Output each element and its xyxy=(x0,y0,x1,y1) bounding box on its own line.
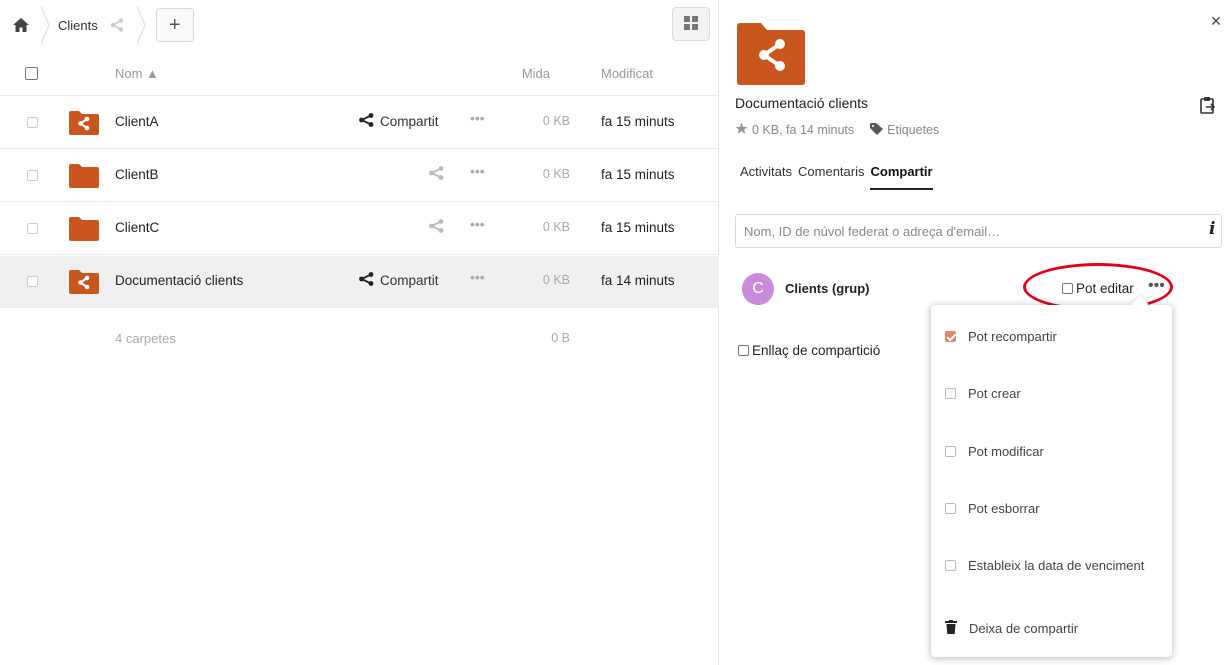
breadcrumb-separator-icon xyxy=(128,6,154,44)
info-icon[interactable]: i xyxy=(1209,219,1215,239)
row-checkbox[interactable] xyxy=(27,117,38,128)
menu-item-label: Estableix la data de venciment xyxy=(968,558,1145,573)
sharee-more-icon[interactable]: ••• xyxy=(1148,277,1165,295)
table-row[interactable]: ClientA Compartit ••• 0 KB fa 15 minuts xyxy=(0,97,719,149)
checkbox-box[interactable] xyxy=(738,345,749,356)
star-icon[interactable] xyxy=(735,122,748,138)
folder-icon xyxy=(69,164,99,188)
menu-item-label: Pot recompartir xyxy=(968,329,1057,344)
avatar: C xyxy=(742,273,774,305)
table-header: Nom ▲ Mida Modificat xyxy=(0,50,719,96)
table-row[interactable]: ClientC ••• 0 KB fa 15 minuts xyxy=(0,203,719,255)
checkbox-unchecked[interactable] xyxy=(945,388,956,399)
shared-folder-icon xyxy=(69,270,99,294)
file-name[interactable]: Documentació clients xyxy=(115,273,243,288)
sidebar-title: Documentació clients xyxy=(735,95,869,111)
menu-item-label: Pot crear xyxy=(968,386,1021,401)
can-edit-label: Pot editar xyxy=(1076,281,1134,296)
summary-count: 4 carpetes xyxy=(115,331,176,346)
close-icon[interactable]: × xyxy=(1206,11,1226,31)
table-summary: 4 carpetes 0 B xyxy=(0,308,719,368)
more-actions-icon[interactable]: ••• xyxy=(470,110,485,126)
menu-item-label: Pot modificar xyxy=(968,444,1044,459)
sidebar-tabs: Activitats Comentaris Compartir xyxy=(740,164,933,190)
grid-icon xyxy=(684,15,698,33)
share-permissions-menu: Pot recompartir Pot crear Pot modificar … xyxy=(931,305,1172,657)
home-icon[interactable] xyxy=(10,14,32,36)
menu-item-can-delete[interactable]: Pot esborrar xyxy=(945,501,1040,516)
menu-item-label: Deixa de compartir xyxy=(969,621,1079,636)
file-name[interactable]: ClientC xyxy=(115,220,159,235)
file-modified: fa 15 minuts xyxy=(601,220,675,235)
sidebar-meta: 0 KB, fa 14 minuts Etiquetes xyxy=(735,122,939,138)
checkbox-box[interactable] xyxy=(1062,283,1073,294)
shared-folder-icon xyxy=(69,111,99,135)
link-share-checkbox[interactable]: Enllaç de compartició xyxy=(738,343,880,358)
column-modified[interactable]: Modificat xyxy=(601,66,653,81)
file-name[interactable]: ClientB xyxy=(115,167,159,182)
menu-item-expiration-date[interactable]: Estableix la data de venciment xyxy=(945,558,1144,573)
sharee-name: Clients (grup) xyxy=(785,281,870,296)
column-name[interactable]: Nom ▲ xyxy=(115,66,159,81)
share-search-input[interactable] xyxy=(735,214,1222,248)
grid-view-toggle[interactable] xyxy=(672,7,710,41)
menu-item-can-modify[interactable]: Pot modificar xyxy=(945,444,1044,459)
share-status[interactable]: Compartit xyxy=(358,272,439,289)
share-icon xyxy=(358,113,374,130)
file-modified: fa 14 minuts xyxy=(601,273,675,288)
tags-label: Etiquetes xyxy=(887,123,940,137)
breadcrumb: Clients + xyxy=(10,6,194,44)
menu-item-can-reshare[interactable]: Pot recompartir xyxy=(945,329,1057,344)
table-row[interactable]: Documentació clients Compartit ••• 0 KB … xyxy=(0,256,719,308)
checkbox-unchecked[interactable] xyxy=(945,560,956,571)
file-size: 0 KB xyxy=(542,114,570,128)
more-actions-icon[interactable]: ••• xyxy=(470,269,485,285)
file-size: 0 KB xyxy=(542,220,570,234)
file-meta: 0 KB, fa 14 minuts xyxy=(752,123,855,137)
checkbox-checked[interactable] xyxy=(945,331,956,342)
menu-item-can-create[interactable]: Pot crear xyxy=(945,386,1021,401)
checkbox-unchecked[interactable] xyxy=(945,503,956,514)
share-icon xyxy=(358,272,374,289)
file-size: 0 KB xyxy=(542,167,570,181)
file-modified: fa 15 minuts xyxy=(601,114,675,129)
details-sidebar: × Documentació clients 0 KB, fa 14 minut… xyxy=(720,0,1232,665)
share-icon[interactable] xyxy=(428,166,444,180)
row-checkbox[interactable] xyxy=(27,170,38,181)
tab-sharing[interactable]: Compartir xyxy=(870,164,933,190)
file-size: 0 KB xyxy=(542,273,570,287)
tag-icon xyxy=(870,122,884,138)
menu-item-unshare[interactable]: Deixa de compartir xyxy=(945,620,1078,637)
share-label: Compartit xyxy=(380,273,439,288)
file-name[interactable]: ClientA xyxy=(115,114,159,129)
link-share-label: Enllaç de compartició xyxy=(752,343,881,358)
shared-folder-icon xyxy=(737,23,805,85)
table-row[interactable]: ClientB ••• 0 KB fa 15 minuts xyxy=(0,150,719,202)
file-modified: fa 15 minuts xyxy=(601,167,675,182)
tags-link[interactable]: Etiquetes xyxy=(870,122,940,138)
summary-size: 0 B xyxy=(551,331,570,345)
select-all-checkbox[interactable] xyxy=(25,67,38,80)
clipboard-icon[interactable] xyxy=(1200,96,1216,114)
folder-icon xyxy=(69,217,99,241)
breadcrumb-folder[interactable]: Clients xyxy=(58,18,106,33)
row-checkbox[interactable] xyxy=(27,223,38,234)
more-actions-icon[interactable]: ••• xyxy=(470,216,485,232)
breadcrumb-separator-icon xyxy=(32,6,58,44)
can-edit-checkbox[interactable]: Pot editar xyxy=(1062,281,1134,296)
share-label: Compartit xyxy=(380,114,439,129)
trash-icon xyxy=(945,620,957,637)
file-list-panel: Clients + Nom ▲ Mida Modificat ClientA C… xyxy=(0,0,719,665)
menu-item-label: Pot esborrar xyxy=(968,501,1040,516)
share-icon[interactable] xyxy=(106,14,128,36)
tab-activities[interactable]: Activitats xyxy=(740,164,792,190)
new-button[interactable]: + xyxy=(155,8,194,42)
row-checkbox[interactable] xyxy=(27,276,38,287)
checkbox-unchecked[interactable] xyxy=(945,446,956,457)
column-size[interactable]: Mida xyxy=(500,66,550,81)
more-actions-icon[interactable]: ••• xyxy=(470,163,485,179)
tab-comments[interactable]: Comentaris xyxy=(798,164,864,190)
share-icon[interactable] xyxy=(428,219,444,233)
share-status[interactable]: Compartit xyxy=(358,113,439,130)
